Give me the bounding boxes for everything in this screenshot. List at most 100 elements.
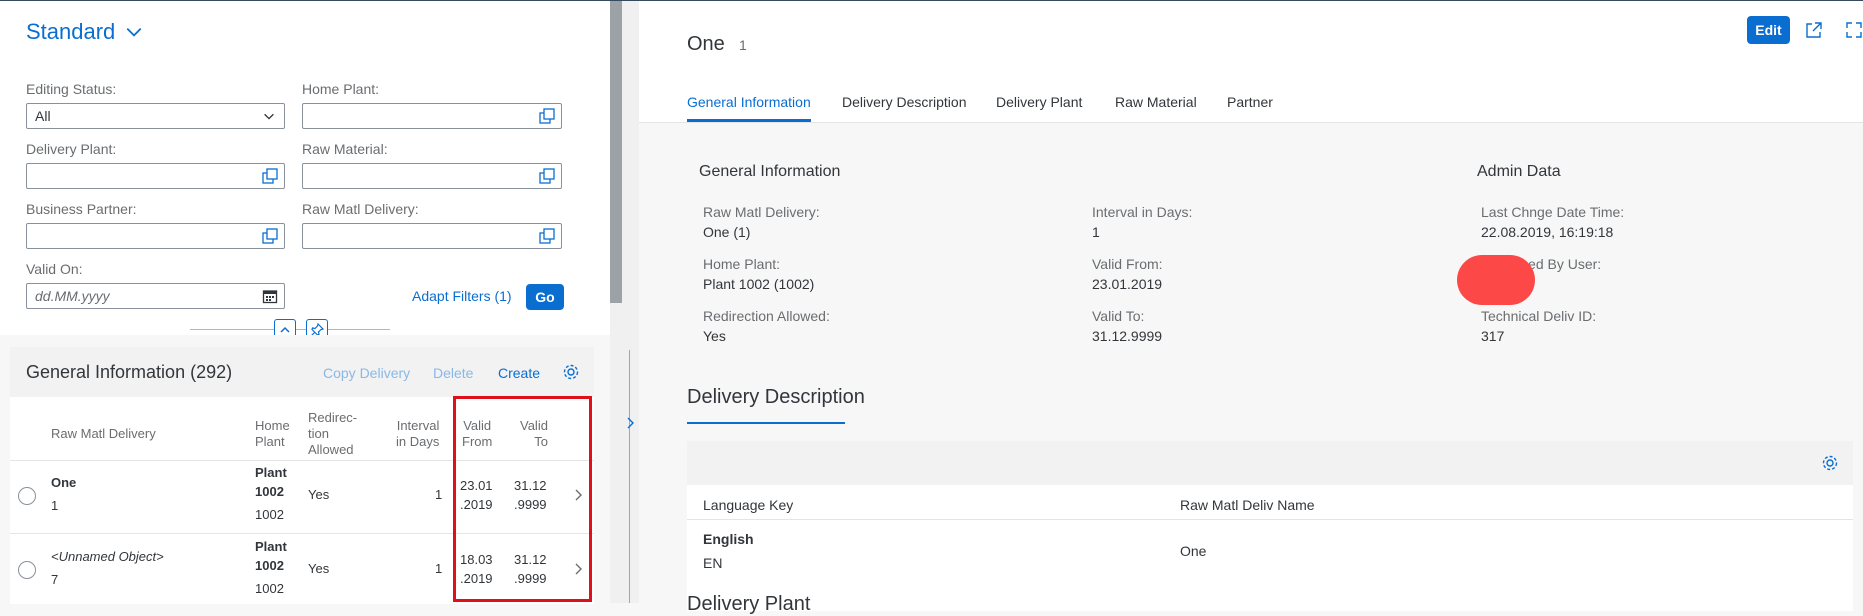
fullscreen-icon[interactable] [1845,21,1863,39]
copy-delivery-button[interactable]: Copy Delivery [323,365,410,381]
row-plant-name-line2: 1002 [255,484,284,499]
col-raw-matl-deliv-name[interactable]: Raw Matl Deliv Name [1180,497,1315,513]
object-page: One 1 Edit General Information Delivery … [639,1,1863,615]
value-help-icon[interactable] [262,228,278,244]
raw-matl-delivery-label: Raw Matl Delivery: [302,201,419,217]
row-id: 7 [51,572,59,587]
row-plant-id: 1002 [255,507,284,522]
redirection-value: Yes [703,328,726,344]
redirection-label: Redirection Allowed: [703,308,830,324]
create-button[interactable]: Create [498,365,540,381]
col-home-plant-line1: Home [255,418,290,433]
row-deliv-name: One [1180,543,1207,559]
col-redirection-line2: tion [308,426,329,441]
row-divider [687,519,1853,520]
col-interval[interactable]: Interval in Days [396,418,439,450]
business-partner-input[interactable] [26,223,285,249]
col-interval-line1: Interval [396,418,440,433]
object-title: One [687,33,725,55]
edit-button[interactable]: Edit [1747,16,1790,44]
row-id: 1 [51,498,59,513]
chevron-right-icon[interactable] [625,416,635,430]
row-language: English [703,531,754,547]
gear-icon[interactable] [562,363,580,381]
value-help-icon[interactable] [262,168,278,184]
home-plant-input[interactable] [302,103,562,129]
interval-value: 1 [1092,224,1100,240]
row-interval: 1 [435,487,443,502]
valid-from-value: 23.01.2019 [1092,276,1163,292]
list-pane: Standard Editing Status: All Home Plant:… [0,1,610,604]
last-change-value: 22.08.2019, 16:19:18 [1481,224,1614,240]
business-partner-label: Business Partner: [26,201,137,217]
valid-to-value: 31.12.9999 [1092,328,1163,344]
editing-status-select[interactable]: All [26,103,285,129]
technical-id-label: Technical Deliv ID: [1481,308,1597,324]
delivery-plant-input[interactable] [26,163,285,189]
col-interval-line2: in Days [396,434,440,449]
row-select-radio[interactable] [18,487,36,505]
col-language-key[interactable]: Language Key [703,497,793,513]
tab-delivery-description[interactable]: Delivery Description [842,94,966,110]
row-interval: 1 [435,561,443,576]
value-help-icon[interactable] [539,168,555,184]
technical-id-value: 317 [1481,328,1505,344]
raw-material-label: Raw Material: [302,141,388,157]
chevron-down-icon [264,113,274,120]
raw-material-input[interactable] [302,163,562,189]
value-help-icon[interactable] [539,108,555,124]
row-plant-name-line1: Plant [255,539,287,554]
redaction-mark [1457,255,1535,305]
row-plant-name-line2: 1002 [255,558,284,573]
editing-status-value: All [35,108,51,124]
col-redirection-line1: Redirec- [308,410,358,425]
tab-partner[interactable]: Partner [1227,94,1273,110]
scrollbar[interactable] [610,1,622,303]
row-select-radio[interactable] [18,561,36,579]
highlight-box [453,396,592,602]
valid-to-label: Valid To: [1092,308,1145,324]
tab-raw-material[interactable]: Raw Material [1115,94,1197,110]
general-info-heading: General Information [699,163,841,180]
row-redirection: Yes [308,487,330,502]
section-underline [687,422,845,424]
delivery-plant-heading: Delivery Plant [687,593,811,615]
home-plant-value: Plant 1002 (1002) [703,276,815,292]
editing-status-label: Editing Status: [26,81,117,97]
delete-button[interactable]: Delete [433,365,473,381]
col-redirection[interactable]: Redirec- tion Allowed [308,410,357,458]
table-toolbar: General Information (292) Copy Delivery … [10,347,594,397]
row-plant-id: 1002 [255,581,284,596]
table-title: General Information (292) [26,362,233,382]
row-redirection: Yes [308,561,330,576]
splitter-line [629,350,630,603]
tab-general-information[interactable]: General Information [687,94,811,110]
go-button[interactable]: Go [526,284,564,310]
delivery-plant-label: Delivery Plant: [26,141,117,157]
row-name: <Unnamed Object> [51,549,164,564]
row-name: One [51,475,77,490]
valid-on-input[interactable]: dd.MM.yyyy [26,283,285,309]
col-redirection-line3: Allowed [308,442,354,457]
raw-matl-delivery-input[interactable] [302,223,562,249]
adapt-filters-link[interactable]: Adapt Filters (1) [412,288,512,304]
valid-from-label: Valid From: [1092,256,1163,272]
interval-label: Interval in Days: [1092,204,1193,220]
gear-icon[interactable] [1821,454,1839,472]
variant-label: Standard [26,19,116,44]
col-home-plant[interactable]: Home Plant [255,418,290,450]
valid-on-placeholder: dd.MM.yyyy [35,288,110,304]
object-header: One 1 Edit General Information Delivery … [639,1,1863,123]
calendar-icon[interactable] [262,288,278,304]
raw-matl-delivery-value: One (1) [703,224,751,240]
value-help-icon[interactable] [539,228,555,244]
variant-selector[interactable]: Standard [26,19,143,45]
valid-on-label: Valid On: [26,261,83,277]
row-plant-name-line1: Plant [255,465,287,480]
admin-data-heading: Admin Data [1477,163,1561,180]
row-plant-name: Plant 1002 [255,537,287,575]
share-icon[interactable] [1805,21,1823,39]
col-home-plant-line2: Plant [255,434,285,449]
tab-delivery-plant[interactable]: Delivery Plant [996,94,1082,110]
col-raw-matl-delivery[interactable]: Raw Matl Delivery [51,426,156,442]
